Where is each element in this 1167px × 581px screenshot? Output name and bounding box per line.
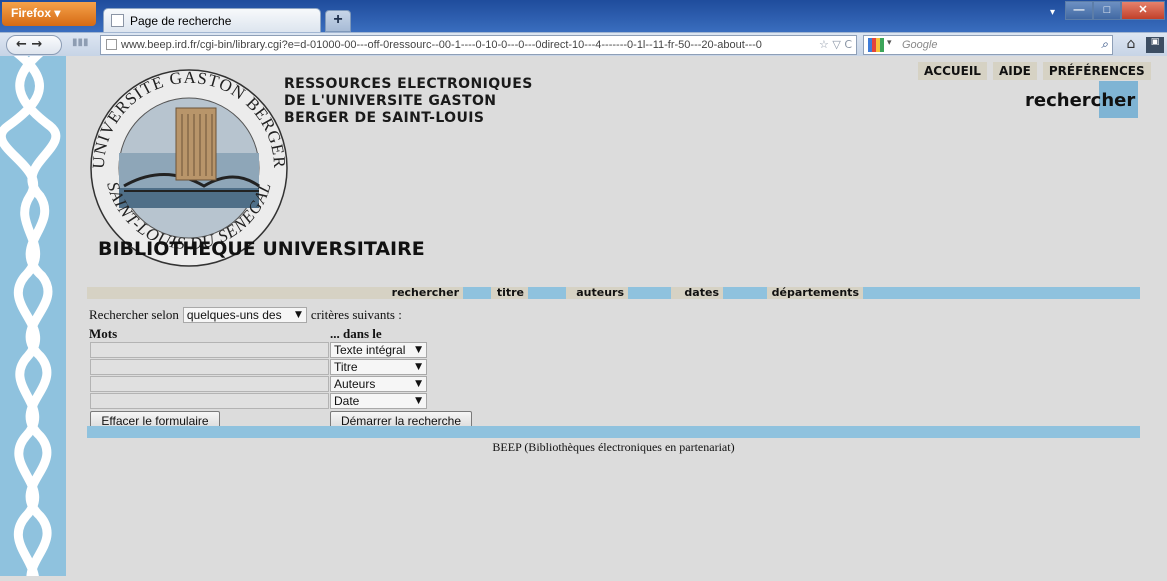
col-header-words: Mots bbox=[89, 326, 118, 341]
signal-bars-icon: ▮▮▮ bbox=[72, 37, 89, 48]
navbar-rechercher[interactable]: rechercher bbox=[87, 287, 463, 299]
search-icon[interactable]: ⌕ bbox=[1101, 37, 1108, 52]
query-row: Titre ▼ bbox=[89, 359, 427, 376]
query-row: Texte intégral ▼ bbox=[89, 342, 427, 359]
navigation-toolbar: ← → ▮▮▮ www.beep.ird.fr/cgi-bin/library.… bbox=[0, 32, 1167, 56]
footer-text: BEEP (Bibliothèques électroniques en par… bbox=[492, 440, 735, 454]
back-forward-buttons[interactable]: ← → bbox=[6, 35, 62, 55]
library-subtitle: BIBLIOTHEQUE UNIVERSITAIRE bbox=[98, 238, 425, 260]
url-bar-controls[interactable]: ☆ ▽ C bbox=[815, 38, 852, 51]
addon-icon[interactable]: ▣ bbox=[1146, 37, 1164, 53]
field-select-2[interactable]: Titre ▼ bbox=[330, 359, 427, 375]
search-mode-value: quelques-uns des bbox=[186, 308, 282, 322]
query-input-1[interactable] bbox=[90, 342, 329, 358]
footer-strip bbox=[87, 426, 1140, 438]
site-title: RESSOURCES ELECTRONIQUES DE L'UNIVERSITE… bbox=[284, 76, 564, 127]
field-select-3[interactable]: Auteurs ▼ bbox=[330, 376, 427, 392]
navbar-dates[interactable]: dates bbox=[671, 287, 723, 299]
page-favicon-icon bbox=[111, 14, 124, 27]
navbar-departements[interactable]: départements bbox=[767, 287, 863, 299]
search-bar[interactable]: ▾ Google ⌕ bbox=[863, 35, 1113, 55]
maximize-button[interactable]: □ bbox=[1093, 1, 1121, 20]
search-form: Rechercher selon quelques-uns des ▼ crit… bbox=[89, 306, 472, 431]
search-mode-select[interactable]: quelques-uns des ▼ bbox=[182, 307, 307, 323]
field-select-value: Titre bbox=[334, 360, 358, 374]
field-select-4[interactable]: Date ▼ bbox=[330, 393, 427, 409]
intro-after-text: critères suivants : bbox=[310, 307, 402, 322]
window-controls: — □ ✕ bbox=[1065, 1, 1165, 20]
decorative-side-strip bbox=[0, 41, 66, 581]
form-column-headers: Mots ... dans le champ bbox=[89, 326, 402, 357]
field-select-value: Date bbox=[334, 394, 360, 408]
nav-preferences-link[interactable]: PRÉFÉRENCES bbox=[1042, 62, 1151, 80]
minimize-button[interactable]: — bbox=[1065, 1, 1093, 20]
search-placeholder: Google bbox=[902, 39, 938, 51]
query-row: Auteurs ▼ bbox=[89, 376, 427, 393]
query-row: Date ▼ bbox=[89, 393, 427, 410]
url-text: www.beep.ird.fr/cgi-bin/library.cgi?e=d-… bbox=[121, 39, 762, 51]
new-tab-button[interactable]: + bbox=[325, 10, 351, 32]
navbar-auteurs[interactable]: auteurs bbox=[566, 287, 628, 299]
google-engine-icon[interactable] bbox=[868, 38, 884, 52]
field-select-1[interactable]: Texte intégral ▼ bbox=[330, 342, 427, 358]
query-input-3[interactable] bbox=[90, 376, 329, 392]
page-content: UNIVERSITE GASTON BERGER SAINT-LOUIS DU … bbox=[0, 41, 1167, 581]
browser-chrome: Firefox ▾ Page de recherche + ▾ — □ ✕ ← … bbox=[0, 0, 1167, 56]
firefox-menu-button[interactable]: Firefox ▾ bbox=[2, 2, 96, 26]
search-mode-row: Rechercher selon quelques-uns des ▼ crit… bbox=[89, 306, 402, 324]
url-bar[interactable]: www.beep.ird.fr/cgi-bin/library.cgi?e=d-… bbox=[100, 35, 857, 55]
top-navigation: ACCUEIL AIDE PRÉFÉRENCES bbox=[912, 62, 1151, 80]
close-window-button[interactable]: ✕ bbox=[1121, 1, 1165, 20]
navbar-titre[interactable]: titre bbox=[491, 287, 528, 299]
field-select-value: Auteurs bbox=[334, 377, 376, 391]
site-title-line: DE L'UNIVERSITE GASTON bbox=[284, 93, 497, 109]
field-select-value: Texte intégral bbox=[334, 343, 406, 357]
site-title-line: BERGER DE SAINT-LOUIS bbox=[284, 110, 485, 126]
chevron-down-icon: ▼ bbox=[294, 310, 302, 320]
chevron-down-icon: ▼ bbox=[415, 345, 422, 355]
tab-list-dropdown-icon[interactable]: ▾ bbox=[1050, 7, 1055, 18]
chevron-down-icon: ▼ bbox=[415, 379, 422, 389]
engine-dropdown-icon[interactable]: ▾ bbox=[887, 38, 892, 48]
nav-accueil-link[interactable]: ACCUEIL bbox=[918, 62, 987, 80]
query-input-2[interactable] bbox=[90, 359, 329, 375]
tab-title: Page de recherche bbox=[130, 14, 232, 28]
intro-before-text: Rechercher selon bbox=[89, 307, 179, 322]
chevron-down-icon: ▼ bbox=[415, 362, 422, 372]
section-navbar: rechercher titre auteurs dates départeme… bbox=[87, 287, 1140, 299]
home-icon[interactable]: ⌂ bbox=[1120, 36, 1142, 54]
site-title-line: RESSOURCES ELECTRONIQUES bbox=[284, 76, 533, 92]
chevron-down-icon: ▼ bbox=[415, 396, 422, 406]
nav-aide-link[interactable]: AIDE bbox=[992, 62, 1037, 80]
site-identity-icon[interactable] bbox=[106, 39, 117, 50]
tab-page-de-recherche[interactable]: Page de recherche bbox=[103, 8, 321, 32]
page-label: rechercher bbox=[1025, 90, 1136, 111]
query-input-4[interactable] bbox=[90, 393, 329, 409]
